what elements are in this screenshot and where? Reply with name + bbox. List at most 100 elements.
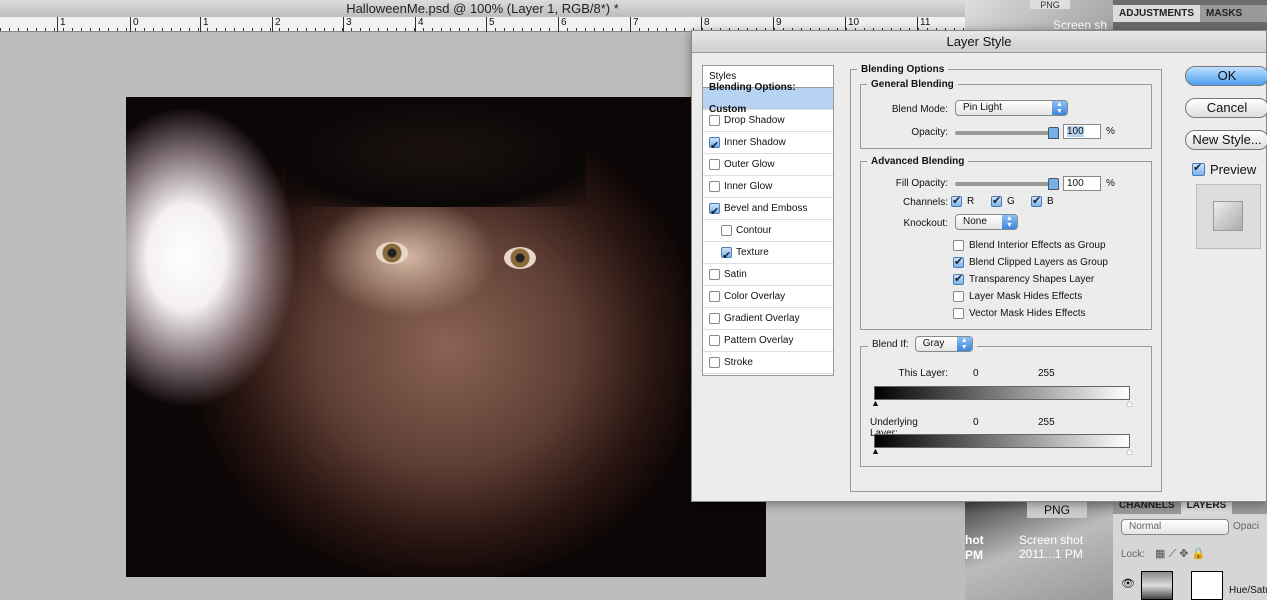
this-layer-label: This Layer:	[898, 368, 948, 379]
blending-options-title: Blending Options	[861, 64, 945, 75]
preview-checkbox[interactable]: Preview	[1192, 161, 1256, 177]
styles-list: Styles Blending Options: Custom Drop Shad…	[702, 65, 834, 376]
opacity-slider[interactable]	[955, 127, 1059, 139]
advanced-option-checkbox[interactable]: Blend Clipped Layers as Group	[953, 255, 1108, 268]
png-badge: PNG	[1027, 502, 1087, 518]
layer-mask-thumbnail	[1191, 571, 1223, 600]
cancel-button[interactable]: Cancel	[1185, 98, 1267, 118]
option-label: Transparency Shapes Layer	[969, 274, 1095, 285]
this-layer-min: 0	[973, 368, 979, 379]
canvas-image[interactable]	[126, 97, 766, 577]
ok-button[interactable]: OK	[1185, 66, 1267, 86]
style-item-label: Color Overlay	[724, 290, 786, 302]
blend-if-group	[860, 346, 1152, 467]
layer-name[interactable]: Hue/Satu	[1229, 585, 1267, 596]
option-label: Vector Mask Hides Effects	[969, 308, 1086, 319]
style-checkbox[interactable]	[709, 135, 720, 157]
blend-mode-select[interactable]: Pin Light ▲ ▼	[955, 100, 1068, 116]
dialog-title: Layer Style	[946, 34, 1012, 49]
percent-label: %	[1106, 126, 1115, 137]
channel-r-label: R	[967, 196, 975, 207]
desktop-file-icon-label[interactable]: Screen shot 2011...1 PM	[1019, 533, 1083, 561]
advanced-option-checkbox[interactable]: Vector Mask Hides Effects	[953, 308, 1086, 319]
checkbox-box[interactable]	[953, 291, 964, 302]
underlying-min: 0	[973, 417, 979, 428]
adjustments-tabbar: ADJUSTMENTS MASKS	[1113, 5, 1267, 22]
style-item[interactable]: Pattern Overlay	[703, 330, 833, 352]
select-arrows-icon: ▲ ▼	[1002, 215, 1017, 229]
option-label: Blend Interior Effects as Group	[969, 240, 1106, 251]
blend-if-header: Blend If: Gray ▲ ▼	[868, 336, 977, 352]
blend-if-select[interactable]: Gray ▲ ▼	[914, 336, 973, 352]
ruler-label: 6	[558, 17, 567, 32]
style-checkbox[interactable]	[709, 357, 720, 368]
style-item-label: Stroke	[724, 356, 753, 368]
fill-opacity-slider[interactable]	[955, 178, 1059, 190]
style-item[interactable]: Texture	[703, 242, 833, 267]
white-slider-handle[interactable]: ▲	[1125, 446, 1134, 456]
style-item-label: Inner Glow	[724, 180, 773, 192]
channel-r-checkbox[interactable]: R	[951, 194, 975, 207]
channel-b-checkbox[interactable]: B	[1031, 194, 1054, 207]
opacity-input[interactable]: 100	[1067, 126, 1084, 137]
style-checkbox[interactable]	[709, 291, 720, 302]
style-item[interactable]: Inner Shadow	[703, 132, 833, 157]
style-checkbox[interactable]	[709, 201, 720, 223]
channel-g-checkbox[interactable]: G	[991, 194, 1015, 207]
file-name-line2: 2011...1 PM	[1019, 547, 1083, 561]
checkbox-box[interactable]	[953, 308, 964, 319]
tab-adjustments[interactable]: ADJUSTMENTS	[1113, 5, 1201, 22]
lock-icons[interactable]: ▦ ⟋ ✥ 🔒	[1155, 547, 1205, 561]
fill-opacity-input[interactable]: 100	[1063, 176, 1101, 191]
advanced-blending-title: Advanced Blending	[871, 156, 965, 167]
style-checkbox[interactable]	[709, 159, 720, 170]
image-region-eye	[376, 242, 408, 264]
style-item[interactable]: Inner Glow	[703, 176, 833, 198]
eye-icon[interactable]: 👁	[1121, 577, 1135, 590]
ruler-label: 5	[486, 17, 495, 32]
style-item[interactable]: Bevel and Emboss	[703, 198, 833, 223]
dialog-title-bar[interactable]: Layer Style	[692, 31, 1266, 53]
desktop-file-label: hot	[965, 533, 984, 547]
style-checkbox[interactable]	[721, 245, 732, 267]
this-layer-max: 255	[1038, 368, 1055, 379]
option-label: Blend Clipped Layers as Group	[969, 257, 1108, 268]
knockout-label: Knockout:	[903, 218, 948, 229]
style-item[interactable]: Stroke	[703, 352, 833, 374]
style-checkbox[interactable]	[709, 181, 720, 192]
blend-mode-value: Pin Light	[963, 102, 1002, 113]
checkbox-box[interactable]	[953, 255, 964, 268]
style-checkbox[interactable]	[721, 225, 732, 236]
layer-blend-mode-select[interactable]: Normal	[1121, 519, 1229, 535]
ruler-label: 4	[415, 17, 424, 32]
black-slider-handle[interactable]: ▲	[871, 398, 880, 408]
blend-if-value: Gray	[922, 338, 945, 349]
advanced-option-checkbox[interactable]: Transparency Shapes Layer	[953, 272, 1095, 285]
channel-g-label: G	[1007, 196, 1015, 207]
white-slider-handle[interactable]: ▲	[1125, 398, 1134, 408]
style-item[interactable]: Outer Glow	[703, 154, 833, 176]
image-region-eye	[504, 247, 536, 269]
tab-masks[interactable]: MASKS	[1200, 5, 1248, 22]
style-item[interactable]: Blending Options: Custom	[703, 82, 833, 115]
style-checkbox[interactable]	[709, 313, 720, 324]
style-item[interactable]: Contour	[703, 220, 833, 242]
style-item[interactable]: Satin	[703, 264, 833, 286]
style-checkbox[interactable]	[709, 115, 720, 126]
ruler-label: 1	[57, 17, 66, 32]
checkbox-box[interactable]	[953, 240, 964, 251]
advanced-option-checkbox[interactable]: Blend Interior Effects as Group	[953, 240, 1106, 251]
desktop-file-label: PM	[965, 548, 983, 562]
advanced-option-checkbox[interactable]: Layer Mask Hides Effects	[953, 291, 1082, 302]
style-checkbox[interactable]	[709, 269, 720, 280]
checkbox-box[interactable]	[953, 272, 964, 285]
knockout-select[interactable]: None ▲ ▼	[955, 214, 1018, 230]
style-item[interactable]: Color Overlay	[703, 286, 833, 308]
fill-opacity-label: Fill Opacity:	[895, 178, 948, 189]
new-style-button[interactable]: New Style...	[1185, 130, 1267, 150]
style-checkbox[interactable]	[709, 335, 720, 346]
document-title-bar: HalloweenMe.psd @ 100% (Layer 1, RGB/8*)…	[0, 0, 965, 17]
ruler-label: 1	[200, 17, 209, 32]
style-item[interactable]: Gradient Overlay	[703, 308, 833, 330]
black-slider-handle[interactable]: ▲	[871, 446, 880, 456]
